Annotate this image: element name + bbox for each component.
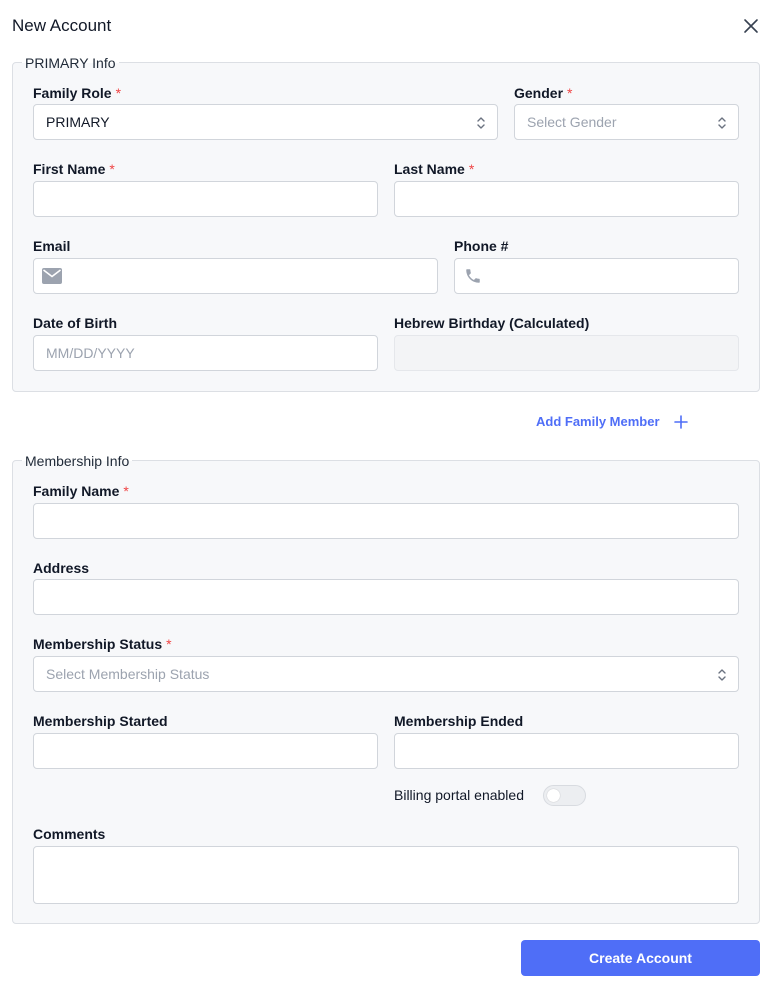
gender-label: Gender * (514, 85, 573, 101)
membership-ended-input[interactable] (394, 733, 739, 769)
dob-placeholder: MM/DD/YYYY (46, 345, 135, 361)
family-role-label: Family Role * (33, 85, 122, 101)
close-icon (740, 15, 762, 37)
toggle-knob (547, 789, 560, 802)
family-name-input[interactable] (33, 503, 739, 539)
phone-icon (463, 266, 483, 286)
family-role-value: PRIMARY (46, 114, 110, 130)
dob-input[interactable]: MM/DD/YYYY (33, 335, 378, 371)
dob-label: Date of Birth (33, 315, 117, 331)
address-input[interactable] (33, 579, 739, 615)
email-input[interactable] (33, 258, 438, 294)
phone-input[interactable] (454, 258, 739, 294)
chevron-up-down-icon (717, 667, 727, 683)
plus-icon (673, 414, 688, 429)
modal-title: New Account (12, 16, 112, 35)
membership-started-label: Membership Started (33, 713, 168, 729)
membership-status-placeholder: Select Membership Status (46, 666, 210, 682)
chevron-up-down-icon (717, 115, 727, 131)
hebrew-birthday-label: Hebrew Birthday (Calculated) (394, 315, 590, 331)
membership-info-legend: Membership Info (22, 453, 133, 469)
membership-started-input[interactable] (33, 733, 378, 769)
last-name-input[interactable] (394, 181, 739, 217)
membership-status-select[interactable]: Select Membership Status (33, 656, 739, 692)
hebrew-birthday-field (394, 335, 739, 371)
close-button[interactable] (740, 15, 762, 37)
chevron-up-down-icon (476, 115, 486, 131)
create-account-button[interactable]: Create Account (521, 940, 760, 976)
billing-portal-toggle[interactable] (543, 785, 586, 806)
first-name-input[interactable] (33, 181, 378, 217)
comments-textarea[interactable] (33, 846, 739, 904)
phone-label: Phone # (454, 238, 509, 254)
billing-portal-label: Billing portal enabled (394, 787, 524, 803)
last-name-label: Last Name * (394, 161, 475, 177)
add-family-member-button[interactable]: Add Family Member (536, 414, 688, 429)
comments-label: Comments (33, 826, 106, 842)
gender-select[interactable]: Select Gender (514, 104, 739, 140)
email-label: Email (33, 238, 71, 254)
add-family-member-label: Add Family Member (536, 414, 660, 429)
family-name-label: Family Name * (33, 483, 129, 499)
gender-placeholder: Select Gender (527, 114, 617, 130)
address-label: Address (33, 560, 90, 576)
first-name-label: First Name * (33, 161, 115, 177)
family-role-select[interactable]: PRIMARY (33, 104, 498, 140)
membership-status-label: Membership Status * (33, 636, 172, 652)
envelope-icon (42, 266, 62, 286)
membership-ended-label: Membership Ended (394, 713, 524, 729)
primary-info-legend: PRIMARY Info (22, 55, 119, 71)
